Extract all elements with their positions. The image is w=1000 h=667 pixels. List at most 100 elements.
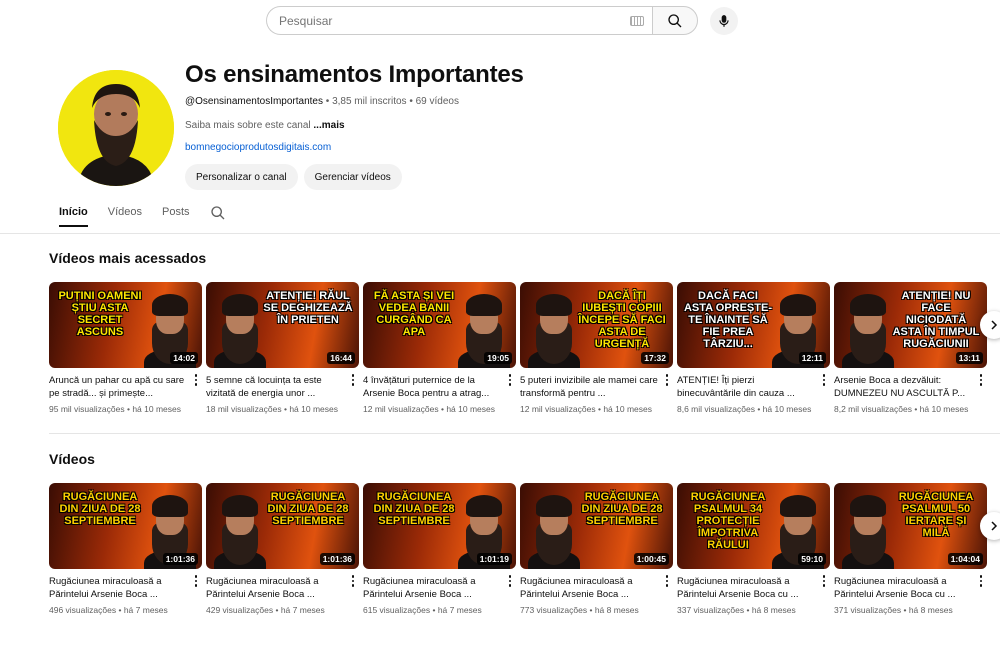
video-stats: 615 visualizações • há 7 meses [363,605,516,615]
video-views: 371 visualizações [834,605,902,615]
video-age: há 10 meses [919,404,969,414]
video-card[interactable]: RUGĂCIUNEA PSALMUL 50 IERTARE ȘI MILĂ 1:… [834,483,987,615]
description-text: Saiba mais sobre este canal [185,120,311,131]
video-thumbnail[interactable]: RUGĂCIUNEA DIN ZIUA DE 28 SEPTIEMBRE 1:0… [206,483,359,569]
video-thumbnail[interactable]: RUGĂCIUNEA DIN ZIUA DE 28 SEPTIEMBRE 1:0… [363,483,516,569]
thumbnail-caption: RUGĂCIUNEA DIN ZIUA DE 28 SEPTIEMBRE [373,491,455,527]
more-actions-icon[interactable] [661,575,673,587]
thumbnail-portrait [528,495,580,569]
more-actions-icon[interactable] [818,374,830,386]
video-thumbnail[interactable]: ATENȚIE! NU FACE NICIODATĂ ASTA ÎN TIMPU… [834,282,987,368]
video-title[interactable]: Arsenie Boca a dezvăluit: DUMNEZEU NU AS… [834,374,987,400]
video-title[interactable]: Rugăciunea miraculoasă a Părintelui Arse… [206,575,359,601]
video-thumbnail[interactable]: DACĂ FACI ASTA OPREȘTE-TE ÎNAINTE SĂ FIE… [677,282,830,368]
videos-row: RUGĂCIUNEA DIN ZIUA DE 28 SEPTIEMBRE 1:0… [49,483,991,615]
search-box[interactable] [266,6,652,35]
video-stats: 371 visualizações • há 8 meses [834,605,987,615]
video-card[interactable]: RUGĂCIUNEA DIN ZIUA DE 28 SEPTIEMBRE 1:0… [206,483,359,615]
video-thumbnail[interactable]: RUGĂCIUNEA PSALMUL 34 PROTECȚIE ÎMPOTRIV… [677,483,830,569]
video-age: há 7 meses [280,605,325,615]
video-thumbnail[interactable]: ATENȚIE! RĂUL SE DEGHIZEAZĂ ÎN PRIETEN 1… [206,282,359,368]
voice-search-button[interactable] [710,6,738,35]
video-count: 69 vídeos [415,96,459,107]
more-actions-icon[interactable] [347,575,359,587]
video-duration: 14:02 [170,352,198,364]
video-stats: 95 mil visualizações • há 10 meses [49,404,202,414]
section-title-videos: Vídeos [49,451,95,467]
search-input[interactable] [279,13,619,28]
video-card[interactable]: PUȚINI OAMENI ȘTIU ASTA SECRET ASCUNS 14… [49,282,202,414]
thumbnail-caption: RUGĂCIUNEA DIN ZIUA DE 28 SEPTIEMBRE [59,491,141,527]
more-actions-icon[interactable] [504,374,516,386]
video-card[interactable]: DACĂ FACI ASTA OPREȘTE-TE ÎNAINTE SĂ FIE… [677,282,830,414]
section-title-popular: Vídeos mais acessados [49,250,207,266]
more-actions-icon[interactable] [190,374,202,386]
thumbnail-caption: RUGĂCIUNEA PSALMUL 34 PROTECȚIE ÎMPOTRIV… [690,491,766,551]
more-actions-icon[interactable] [661,374,673,386]
video-age: há 10 meses [603,404,652,414]
video-stats: 8,2 mil visualizações • há 10 meses [834,404,987,414]
videos-next-button[interactable] [980,512,1000,540]
channel-description[interactable]: Saiba mais sobre este canal ...mais [185,120,345,131]
more-actions-icon[interactable] [190,575,202,587]
channel-title: Os ensinamentos Importantes [185,61,524,88]
search-button[interactable] [652,6,698,35]
video-card[interactable]: FĂ ASTA ȘI VEI VEDEA BANII CURGÂND CA AP… [363,282,516,414]
video-thumbnail[interactable]: FĂ ASTA ȘI VEI VEDEA BANII CURGÂND CA AP… [363,282,516,368]
video-card[interactable]: DACĂ ÎȚI IUBEȘTI COPIII ÎNCEPE SĂ FACI A… [520,282,673,414]
video-title[interactable]: Rugăciunea miraculoasă a Părintelui Arse… [49,575,202,601]
search-bar [266,6,738,35]
channel-search-icon[interactable] [210,205,226,221]
video-age: há 10 meses [762,404,812,414]
video-title[interactable]: Aruncă un pahar cu apă cu sare pe stradă… [49,374,202,400]
video-duration: 1:01:19 [476,553,512,565]
video-views: 496 visualizações [49,605,117,615]
tab-home[interactable]: Início [59,206,88,227]
more-link[interactable]: ...mais [313,120,344,131]
thumbnail-caption: RUGĂCIUNEA DIN ZIUA DE 28 SEPTIEMBRE [267,491,349,527]
video-title[interactable]: 4 învățături puternice de la Arsenie Boc… [363,374,516,400]
more-actions-icon[interactable] [347,374,359,386]
thumbnail-portrait [842,294,894,368]
thumbnail-portrait [842,495,894,569]
video-title[interactable]: 5 puteri invizibile ale mamei care trans… [520,374,673,400]
video-title[interactable]: Rugăciunea miraculoasă a Părintelui Arse… [520,575,673,601]
manage-videos-button[interactable]: Gerenciar vídeos [303,164,402,190]
video-title[interactable]: ATENȚIE! Îți pierzi binecuvântările din … [677,374,830,400]
video-card[interactable]: RUGĂCIUNEA PSALMUL 34 PROTECȚIE ÎMPOTRIV… [677,483,830,615]
keyboard-icon[interactable] [630,16,644,26]
thumbnail-caption: RUGĂCIUNEA PSALMUL 50 IERTARE ȘI MILĂ [898,491,974,539]
more-actions-icon[interactable] [975,575,987,587]
video-thumbnail[interactable]: RUGĂCIUNEA DIN ZIUA DE 28 SEPTIEMBRE 1:0… [520,483,673,569]
video-thumbnail[interactable]: PUȚINI OAMENI ȘTIU ASTA SECRET ASCUNS 14… [49,282,202,368]
video-card[interactable]: RUGĂCIUNEA DIN ZIUA DE 28 SEPTIEMBRE 1:0… [49,483,202,615]
more-actions-icon[interactable] [504,575,516,587]
channel-avatar [58,70,174,186]
video-age: há 8 meses [751,605,796,615]
video-age: há 10 meses [132,404,181,414]
video-card[interactable]: RUGĂCIUNEA DIN ZIUA DE 28 SEPTIEMBRE 1:0… [520,483,673,615]
subscriber-count: 3,85 mil inscritos [332,96,407,107]
video-thumbnail[interactable]: RUGĂCIUNEA DIN ZIUA DE 28 SEPTIEMBRE 1:0… [49,483,202,569]
video-title[interactable]: 5 semne că locuința ta este vizitată de … [206,374,359,400]
customize-channel-button[interactable]: Personalizar o canal [185,164,298,190]
video-title[interactable]: Rugăciunea miraculoasă a Părintelui Arse… [677,575,830,601]
video-thumbnail[interactable]: DACĂ ÎȚI IUBEȘTI COPIII ÎNCEPE SĂ FACI A… [520,282,673,368]
video-card[interactable]: RUGĂCIUNEA DIN ZIUA DE 28 SEPTIEMBRE 1:0… [363,483,516,615]
channel-external-link[interactable]: bomnegocioprodutosdigitais.com [185,142,331,153]
video-views: 12 mil visualizações [520,404,596,414]
video-views: 615 visualizações [363,605,431,615]
video-card[interactable]: ATENȚIE! RĂUL SE DEGHIZEAZĂ ÎN PRIETEN 1… [206,282,359,414]
video-stats: 18 mil visualizações • há 10 meses [206,404,359,414]
video-card[interactable]: ATENȚIE! NU FACE NICIODATĂ ASTA ÎN TIMPU… [834,282,987,414]
video-thumbnail[interactable]: RUGĂCIUNEA PSALMUL 50 IERTARE ȘI MILĂ 1:… [834,483,987,569]
video-stats: 8,6 mil visualizações • há 10 meses [677,404,830,414]
tab-posts[interactable]: Posts [162,206,190,227]
popular-next-button[interactable] [980,311,1000,339]
more-actions-icon[interactable] [818,575,830,587]
thumbnail-portrait [214,294,266,368]
video-title[interactable]: Rugăciunea miraculoasă a Părintelui Arse… [834,575,987,601]
tab-videos[interactable]: Vídeos [108,206,142,227]
video-title[interactable]: Rugăciunea miraculoasă a Părintelui Arse… [363,575,516,601]
more-actions-icon[interactable] [975,374,987,386]
